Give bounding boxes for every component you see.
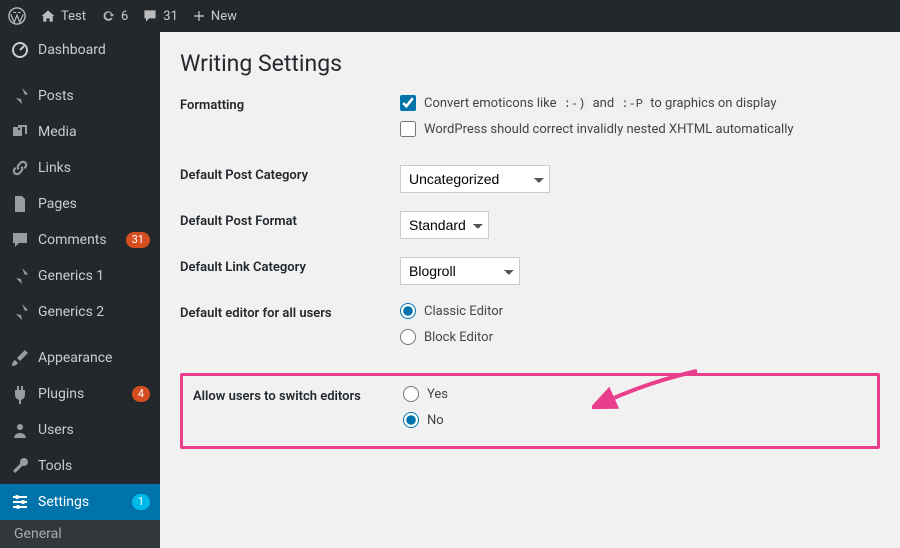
comments-link[interactable]: 31 [142,8,178,24]
page-title: Writing Settings [180,50,880,77]
default-post-category-label: Default Post Category [180,165,400,183]
brush-icon [10,348,30,368]
default-post-format-select[interactable]: Standard [400,211,489,239]
sidebar-item-media[interactable]: Media [0,114,160,150]
sidebar-item-appearance[interactable]: Appearance [0,340,160,376]
sidebar-item-label: Appearance [38,350,150,366]
sidebar-item-links[interactable]: Links [0,150,160,186]
sidebar-item-generics2[interactable]: Generics 2 [0,294,160,330]
allow-switch-yes-label: Yes [427,387,448,402]
formatting-label: Formatting [180,95,400,113]
editor-classic-radio[interactable] [400,303,416,319]
new-label: New [211,9,237,24]
editor-classic-label: Classic Editor [424,304,503,319]
sidebar-item-label: Users [38,422,150,438]
sidebar-item-dashboard[interactable]: Dashboard [0,32,160,68]
default-link-category-label: Default Link Category [180,257,400,275]
pin-icon [10,86,30,106]
allow-switch-yes-radio[interactable] [403,386,419,402]
sidebar-submenu-label: General [14,526,62,542]
default-post-format-label: Default Post Format [180,211,400,229]
wrench-icon [10,456,30,476]
sidebar-item-plugins[interactable]: Plugins 4 [0,376,160,412]
sidebar-item-label: Tools [38,458,150,474]
sliders-icon [10,492,30,512]
sidebar-item-label: Pages [38,196,150,212]
settings-badge: 1 [132,494,150,510]
sidebar-item-tools[interactable]: Tools [0,448,160,484]
sidebar-item-label: Media [38,124,150,140]
default-editor-label: Default editor for all users [180,303,400,321]
default-link-category-select[interactable]: Blogroll [400,257,520,285]
emoticon-code: :-) [560,96,590,112]
allow-switch-no-radio[interactable] [403,412,419,428]
row-default-post-format: Default Post Format Standard [180,211,880,239]
formatting-emoticons-checkbox[interactable] [400,95,416,111]
row-allow-switch: Allow users to switch editors Yes No [193,386,867,438]
sidebar-item-label: Comments [38,232,118,248]
formatting-xhtml-label: WordPress should correct invalidly neste… [424,122,794,137]
admin-bar: Test 6 31 New [0,0,900,32]
row-default-editor: Default editor for all users Classic Edi… [180,303,880,355]
sidebar-submenu-general[interactable]: General [0,520,160,548]
sidebar-item-posts[interactable]: Posts [0,78,160,114]
allow-switch-no-label: No [427,413,444,428]
emoticon-code: :-P [617,96,647,112]
sidebar-item-settings[interactable]: Settings 1 [0,484,160,520]
sidebar-item-label: Generics 1 [38,268,150,284]
plus-icon [192,9,206,23]
admin-sidebar: Dashboard Posts Media Links Pages Commen… [0,32,160,534]
wordpress-icon [8,7,26,25]
highlight-allow-switch: Allow users to switch editors Yes No [180,373,880,449]
wp-logo[interactable] [8,7,26,25]
editor-block-radio[interactable] [400,329,416,345]
site-link[interactable]: Test [40,8,86,24]
page-icon [10,194,30,214]
plugins-badge: 4 [132,386,150,402]
sidebar-item-generics1[interactable]: Generics 1 [0,258,160,294]
sidebar-item-label: Settings [38,494,124,510]
updates-count: 6 [121,9,128,24]
home-icon [40,8,56,24]
default-post-category-select[interactable]: Uncategorized [400,165,550,193]
sidebar-item-label: Posts [38,88,150,104]
media-icon [10,122,30,142]
allow-switch-label: Allow users to switch editors [193,386,403,404]
formatting-emoticons-label: Convert emoticons like :-) and :-P to gr… [424,96,777,111]
pin-icon [10,266,30,286]
dashboard-icon [10,40,30,60]
sidebar-item-label: Links [38,160,150,176]
row-default-link-category: Default Link Category Blogroll [180,257,880,285]
comments-count: 31 [163,9,178,24]
updates-link[interactable]: 6 [100,8,128,24]
sidebar-item-label: Dashboard [38,42,150,58]
user-icon [10,420,30,440]
sidebar-item-label: Generics 2 [38,304,150,320]
row-default-post-category: Default Post Category Uncategorized [180,165,880,193]
plugin-icon [10,384,30,404]
row-formatting: Formatting Convert emoticons like :-) an… [180,95,880,147]
refresh-icon [100,8,116,24]
sidebar-item-pages[interactable]: Pages [0,186,160,222]
page-wrap: Writing Settings Formatting Convert emot… [160,32,900,534]
comments-badge: 31 [126,232,150,248]
comment-icon [10,230,30,250]
site-name: Test [61,9,86,24]
editor-block-label: Block Editor [424,330,493,345]
sidebar-item-users[interactable]: Users [0,412,160,448]
pin-icon [10,302,30,322]
new-link[interactable]: New [192,9,237,24]
comment-icon [142,8,158,24]
sidebar-item-label: Plugins [38,386,124,402]
sidebar-item-comments[interactable]: Comments 31 [0,222,160,258]
formatting-xhtml-checkbox[interactable] [400,121,416,137]
link-icon [10,158,30,178]
